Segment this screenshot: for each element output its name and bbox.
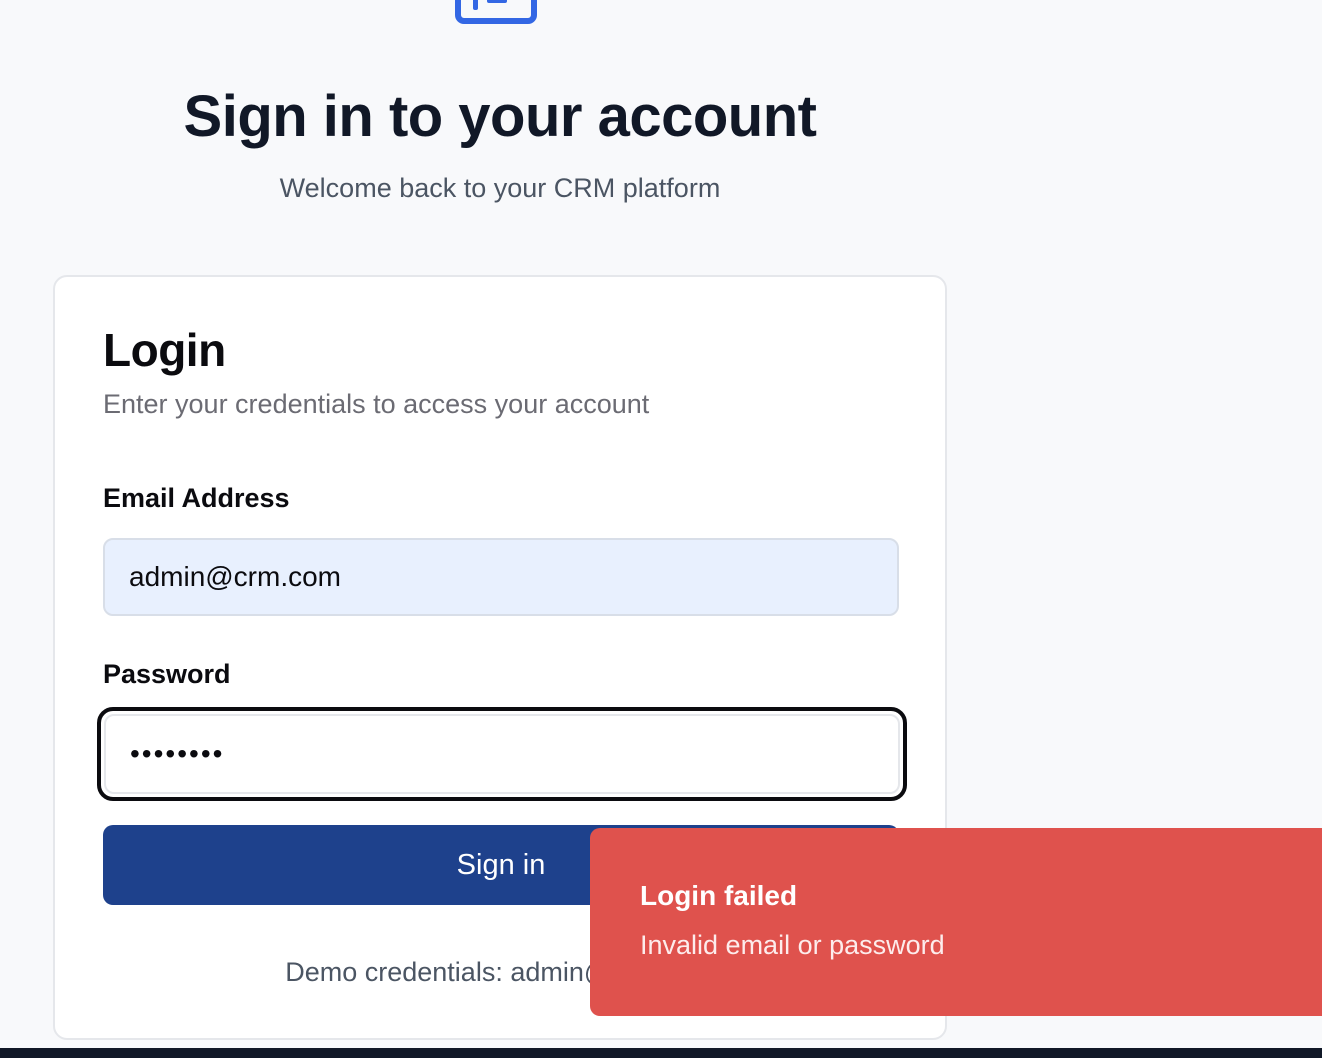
email-label: Email Address bbox=[103, 483, 290, 513]
password-field[interactable] bbox=[104, 714, 900, 794]
toast-message: Invalid email or password bbox=[640, 930, 945, 960]
card-description: Enter your credentials to access your ac… bbox=[103, 389, 650, 419]
error-toast[interactable]: Login failed Invalid email or password bbox=[590, 828, 1322, 1016]
card-title: Login bbox=[103, 324, 226, 376]
password-focus-ring bbox=[97, 707, 907, 801]
toast-title: Login failed bbox=[640, 880, 798, 911]
bottom-bar bbox=[0, 1048, 1322, 1058]
page-title: Sign in to your account bbox=[183, 84, 817, 149]
password-label: Password bbox=[103, 659, 231, 689]
login-page: Sign in to your account Welcome back to … bbox=[0, 0, 1322, 1058]
email-field[interactable] bbox=[103, 538, 899, 616]
page-subtitle: Welcome back to your CRM platform bbox=[279, 173, 721, 203]
id-card-icon bbox=[455, 0, 537, 24]
